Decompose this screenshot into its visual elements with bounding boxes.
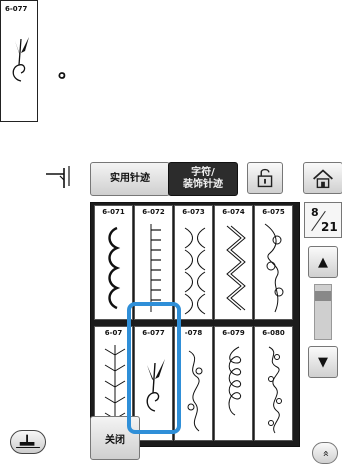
double-chevron-up-icon: » bbox=[318, 449, 332, 457]
stitch-code: 6-071 bbox=[102, 208, 125, 216]
scroll-thumb[interactable] bbox=[315, 291, 331, 302]
twin-needle-icon[interactable] bbox=[42, 164, 78, 192]
home-icon bbox=[313, 169, 333, 189]
reference-stitch-tile: 6-077 bbox=[0, 0, 38, 122]
scallop-curls-icon bbox=[108, 226, 121, 310]
stitch-code: 6-073 bbox=[182, 208, 205, 216]
scroll-vine-icon bbox=[268, 346, 282, 434]
stitch-code: 6-080 bbox=[262, 329, 285, 337]
scroll-track[interactable] bbox=[314, 284, 332, 340]
tab-utility-stitches[interactable]: 实用针迹 bbox=[90, 162, 170, 196]
zigzag-waves-icon bbox=[226, 225, 246, 311]
presser-foot-button[interactable] bbox=[10, 430, 46, 454]
stitch-cell-6-080[interactable]: 6-080 bbox=[254, 326, 293, 441]
unlock-button[interactable] bbox=[247, 162, 283, 194]
leaf-swirl-icon bbox=[12, 37, 29, 82]
stitch-cell-6-075[interactable]: 6-075 bbox=[254, 205, 293, 320]
more-button[interactable]: » bbox=[312, 442, 338, 464]
page-sidebar: 8 21 ▲ ▼ bbox=[304, 202, 342, 447]
stitch-pattern-grid: 6-071 6-072 6-073 6-074 6-075 6-07 6-077… bbox=[90, 202, 300, 447]
page-current: 8 bbox=[311, 206, 319, 219]
stitch-cell-6-073[interactable]: 6-073 bbox=[174, 205, 213, 320]
reference-stitch-code: 6-077 bbox=[5, 5, 28, 13]
scroll-down-button[interactable]: ▼ bbox=[308, 346, 338, 378]
loop-chain-icon bbox=[228, 346, 242, 416]
stitch-code: 6-079 bbox=[222, 329, 245, 337]
stitch-code: 6-074 bbox=[222, 208, 245, 216]
interlaced-leaves-icon bbox=[184, 227, 206, 315]
instruction-period: 。 bbox=[58, 58, 78, 82]
floral-vine-icon bbox=[264, 223, 284, 313]
stitch-code: 6-072 bbox=[142, 208, 165, 216]
stitch-cell-6-074[interactable]: 6-074 bbox=[214, 205, 253, 320]
presser-foot-icon bbox=[16, 434, 40, 449]
tab-character-decorative[interactable]: 字符/ 装饰针迹 bbox=[168, 162, 238, 196]
arrow-down-icon: ▼ bbox=[318, 354, 328, 370]
stitch-cell-6-079[interactable]: 6-079 bbox=[214, 326, 253, 441]
selected-stitch-highlight bbox=[127, 302, 181, 434]
twisted-tendril-icon bbox=[187, 350, 203, 432]
stitch-cell-6-071[interactable]: 6-071 bbox=[94, 205, 133, 320]
home-button[interactable] bbox=[303, 162, 342, 194]
page-total: 21 bbox=[321, 220, 338, 234]
unlock-icon bbox=[257, 168, 273, 188]
scroll-up-button[interactable]: ▲ bbox=[308, 246, 338, 278]
arrow-up-icon: ▲ bbox=[318, 254, 328, 270]
stitch-code: 6-075 bbox=[262, 208, 285, 216]
page-indicator: 8 21 bbox=[304, 202, 342, 238]
